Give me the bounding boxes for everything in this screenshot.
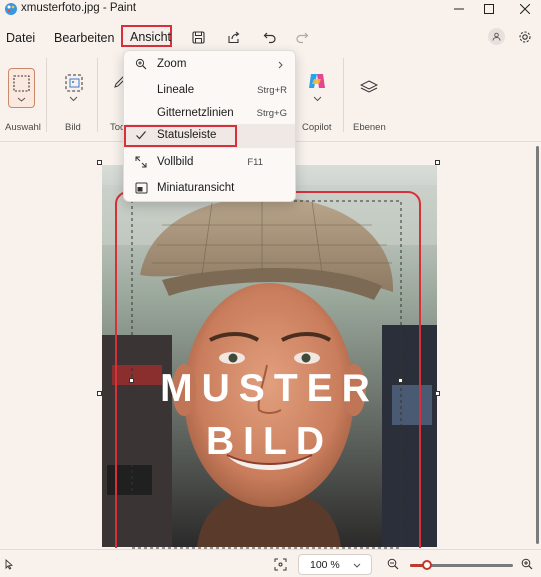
menu-label-zoom: Zoom <box>157 58 187 70</box>
menu-label-lineale: Lineale <box>157 84 195 96</box>
statusleiste-highlight <box>124 125 237 147</box>
chevron-down-icon <box>353 563 361 568</box>
fit-to-window-icon[interactable] <box>274 558 287 571</box>
zoom-value: 100 % <box>310 559 340 571</box>
zoom-select[interactable]: 100 % <box>298 554 372 575</box>
menu-item-zoom[interactable]: Zoom <box>124 52 295 78</box>
chevron-right-icon <box>278 61 283 69</box>
menu-item-vollbild[interactable]: Vollbild F11 <box>124 150 295 176</box>
menu-item-miniaturansicht[interactable]: Miniaturansicht <box>124 176 295 202</box>
fullscreen-icon <box>134 155 148 169</box>
thumbnail-icon <box>134 181 148 195</box>
vertical-scrollbar[interactable] <box>536 146 539 544</box>
zoom-icon <box>134 57 148 71</box>
watermark-line-2: BILD <box>206 420 333 463</box>
zoom-out-icon[interactable] <box>387 558 399 570</box>
resize-handle[interactable] <box>97 160 102 165</box>
menu-label-miniaturansicht: Miniaturansicht <box>157 182 235 194</box>
zoom-slider-knob[interactable] <box>422 560 432 570</box>
resize-handle[interactable] <box>435 160 440 165</box>
shortcut-lineale: Strg+R <box>257 85 287 96</box>
menu-label-gitternetzlinien: Gitternetzlinien <box>157 107 234 119</box>
pointer-icon <box>5 559 13 570</box>
shortcut-gitternetzlinien: Strg+G <box>256 108 287 119</box>
menu-label-vollbild: Vollbild <box>157 156 194 168</box>
zoom-in-icon[interactable] <box>521 558 533 570</box>
status-bar <box>0 549 541 577</box>
shortcut-vollbild: F11 <box>247 157 263 168</box>
watermark-line-1: MUSTER <box>160 367 379 410</box>
